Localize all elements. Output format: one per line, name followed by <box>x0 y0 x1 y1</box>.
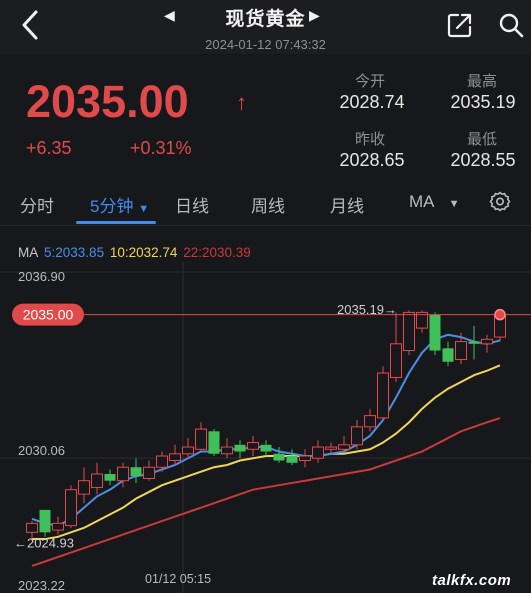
y-axis-label-bottom: 2023.22 <box>18 578 65 593</box>
back-icon[interactable] <box>14 8 48 42</box>
price-change: +6.35 <box>26 138 72 158</box>
ma22-line <box>31 417 501 567</box>
candle-down <box>442 348 454 362</box>
candles <box>26 310 506 542</box>
tab-5min-label: 5分钟 <box>90 197 134 216</box>
ma-prefix: MA <box>18 245 39 260</box>
tab-weekly[interactable]: 周线 <box>251 192 285 217</box>
chevron-down-icon: ▼ <box>138 203 150 215</box>
current-price: 2035.00 <box>26 76 189 127</box>
candle-up <box>351 426 363 446</box>
title-block: 现货黄金 2024-01-12 07:43:32 <box>150 4 381 52</box>
candle-up <box>91 473 103 488</box>
tab-5min[interactable]: 5分钟 ▼ <box>90 192 149 217</box>
candle-up <box>182 446 194 455</box>
share-icon[interactable] <box>447 12 473 38</box>
low-label: 最低 <box>466 131 497 148</box>
tab-intraday[interactable]: 分时 <box>20 192 54 217</box>
candle-up <box>156 455 168 468</box>
open-label: 今开 <box>354 73 385 90</box>
candle-up <box>390 343 402 378</box>
period-tabs: 分时 5分钟 ▼ 日线 周线 月线 MA ▼ <box>0 180 531 226</box>
prev-close-value: 2028.65 <box>339 150 405 170</box>
y-axis-label-mid: 2030.06 <box>18 443 65 458</box>
price-tag-text: 2035.00 <box>23 307 74 323</box>
page-title: 现货黄金 <box>225 9 306 30</box>
candle-down <box>429 314 441 351</box>
candle-up <box>338 444 350 450</box>
last-price-dot <box>494 308 506 321</box>
low-marker: ←2024.93 <box>14 535 74 550</box>
candle-up <box>403 311 415 352</box>
candle-up <box>65 489 77 527</box>
price-change-percent: +0.31% <box>130 138 192 158</box>
search-icon[interactable] <box>498 12 524 38</box>
candle-up <box>299 455 311 462</box>
candle-down <box>273 453 285 461</box>
ma5-value: 5:2033.85 <box>44 245 105 260</box>
ma5-line <box>31 333 501 527</box>
top-bar: ◀ 现货黄金 2024-01-12 07:43:32 ▶ <box>0 0 531 54</box>
high-marker: 2035.19→ <box>337 302 397 317</box>
high-value: 2035.19 <box>450 92 516 112</box>
candle-up <box>26 522 38 533</box>
timestamp: 2024-01-12 07:43:32 <box>205 37 326 52</box>
x-axis-label: 01/12 05:15 <box>145 572 211 586</box>
tab-monthly[interactable]: 月线 <box>330 192 364 217</box>
candle-down <box>104 473 116 481</box>
gear-icon[interactable] <box>488 190 512 214</box>
candle-up <box>364 415 376 428</box>
candle-down <box>130 467 142 477</box>
candle-up <box>117 466 129 482</box>
candle-up <box>52 522 64 531</box>
ma22-value: 22:2030.39 <box>183 245 251 260</box>
candle-down <box>208 431 220 454</box>
candle-down <box>468 341 480 344</box>
candle-up <box>221 446 233 455</box>
low-value: 2028.55 <box>450 150 516 170</box>
up-arrow-icon: ↑ <box>236 90 247 115</box>
candle-up <box>195 428 207 450</box>
open-value: 2028.74 <box>339 92 405 112</box>
tab-daily[interactable]: 日线 <box>175 192 209 217</box>
tab-ma-label: MA <box>409 192 435 211</box>
active-tab-indicator <box>76 221 156 224</box>
quote-panel: 2035.00 ↑ +6.35 +0.31% 今开 2028.74 最高 203… <box>0 54 531 180</box>
watermark: talkfx.com <box>432 572 512 589</box>
candle-up <box>247 442 259 450</box>
candle-down <box>260 444 272 452</box>
y-axis-label-top: 2036.90 <box>18 269 65 284</box>
candle-down <box>39 509 51 533</box>
ma10-value: 10:2032.74 <box>109 245 178 260</box>
candle-up <box>377 372 389 419</box>
candle-up <box>325 446 337 450</box>
chevron-down-icon: ▼ <box>448 198 460 210</box>
current-price-tag: 2035.00 <box>12 303 84 326</box>
ma-legend: MA 5:2033.85 10:2032.74 22:2030.39 <box>18 245 253 260</box>
prev-close-label: 昨收 <box>354 131 385 148</box>
candle-up <box>455 341 467 361</box>
candle-up <box>481 338 493 345</box>
candle-up <box>169 453 181 462</box>
candle-down <box>286 456 298 463</box>
candle-up <box>78 480 90 495</box>
high-label: 最高 <box>466 73 497 90</box>
candle-down <box>234 444 246 452</box>
next-arrow-icon[interactable]: ▶ <box>309 7 320 24</box>
tab-ma[interactable]: MA ▼ <box>409 192 460 212</box>
candlestick-chart[interactable]: 2035.00 2036.90 2030.06 2023.22 01/12 05… <box>0 262 531 593</box>
candle-up <box>143 466 155 479</box>
candle-up <box>312 446 324 459</box>
